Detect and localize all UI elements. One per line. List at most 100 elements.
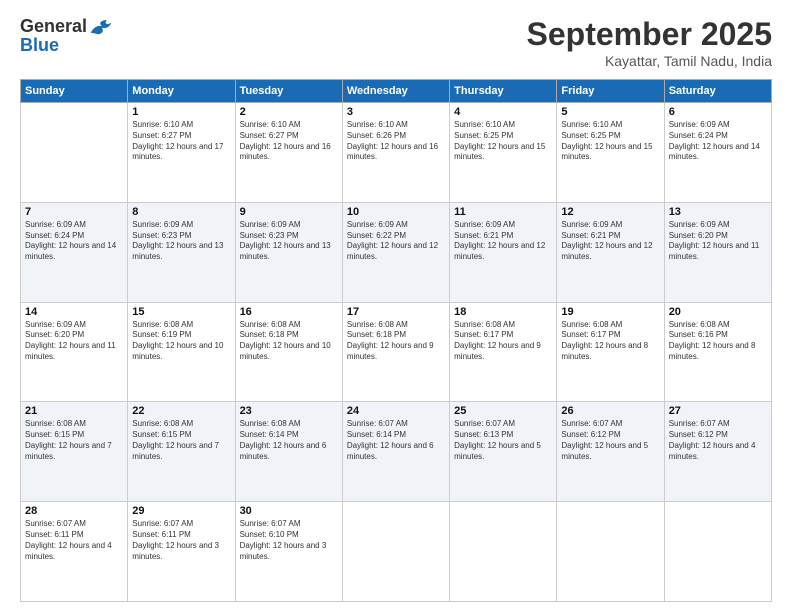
page: General Blue September 2025 Kayattar, Ta… — [0, 0, 792, 612]
table-row: 11 Sunrise: 6:09 AMSunset: 6:21 PMDayligh… — [450, 202, 557, 302]
day-number: 14 — [25, 306, 123, 318]
cell-info: Sunrise: 6:09 AMSunset: 6:20 PMDaylight:… — [669, 220, 767, 263]
col-friday: Friday — [557, 80, 664, 103]
cell-info: Sunrise: 6:07 AMSunset: 6:14 PMDaylight:… — [347, 419, 445, 462]
table-row: 2 Sunrise: 6:10 AMSunset: 6:27 PMDaylight… — [235, 103, 342, 203]
table-row: 23 Sunrise: 6:08 AMSunset: 6:14 PMDayligh… — [235, 402, 342, 502]
cell-info: Sunrise: 6:07 AMSunset: 6:10 PMDaylight:… — [240, 519, 338, 562]
table-row: 5 Sunrise: 6:10 AMSunset: 6:25 PMDaylight… — [557, 103, 664, 203]
cell-info: Sunrise: 6:08 AMSunset: 6:15 PMDaylight:… — [25, 419, 123, 462]
title-block: September 2025 Kayattar, Tamil Nadu, Ind… — [527, 16, 772, 69]
table-row: 27 Sunrise: 6:07 AMSunset: 6:12 PMDayligh… — [664, 402, 771, 502]
table-row: 6Sunrise: 6:09 AMSunset: 6:24 PMDaylight… — [664, 103, 771, 203]
table-row: 30Sunrise: 6:07 AMSunset: 6:10 PMDayligh… — [235, 502, 342, 602]
header: General Blue September 2025 Kayattar, Ta… — [20, 16, 772, 69]
cell-info: Sunrise: 6:09 AMSunset: 6:24 PMDaylight:… — [25, 220, 123, 263]
month-title: September 2025 — [527, 16, 772, 53]
location-subtitle: Kayattar, Tamil Nadu, India — [527, 53, 772, 69]
day-number: 28 — [25, 505, 123, 517]
table-row: 22 Sunrise: 6:08 AMSunset: 6:15 PMDayligh… — [128, 402, 235, 502]
logo-general-text: General — [20, 16, 87, 37]
table-row: 19 Sunrise: 6:08 AMSunset: 6:17 PMDayligh… — [557, 302, 664, 402]
cell-info: Sunrise: 6:08 AMSunset: 6:18 PMDaylight:… — [347, 320, 445, 363]
calendar-week-row: 28 Sunrise: 6:07 AMSunset: 6:11 PMDayligh… — [21, 502, 772, 602]
cell-info: Sunrise: 6:08 AMSunset: 6:14 PMDaylight:… — [240, 419, 338, 462]
day-number: 21 — [25, 405, 123, 417]
day-number: 19 — [561, 306, 659, 318]
cell-info: Sunrise: 6:09 AMSunset: 6:21 PMDaylight:… — [454, 220, 552, 263]
table-row: 28 Sunrise: 6:07 AMSunset: 6:11 PMDayligh… — [21, 502, 128, 602]
calendar-table: Sunday Monday Tuesday Wednesday Thursday… — [20, 79, 772, 602]
col-saturday: Saturday — [664, 80, 771, 103]
cell-info: Sunrise: 6:07 AMSunset: 6:11 PMDaylight:… — [132, 519, 230, 562]
table-row: 14 Sunrise: 6:09 AMSunset: 6:20 PMDayligh… — [21, 302, 128, 402]
cell-info: Sunrise: 6:09 AMSunset: 6:23 PMDaylight:… — [132, 220, 230, 263]
table-row: 9Sunrise: 6:09 AMSunset: 6:23 PMDaylight… — [235, 202, 342, 302]
logo-bird-icon — [89, 17, 113, 37]
table-row: 21 Sunrise: 6:08 AMSunset: 6:15 PMDayligh… — [21, 402, 128, 502]
table-row: 17Sunrise: 6:08 AMSunset: 6:18 PMDayligh… — [342, 302, 449, 402]
col-thursday: Thursday — [450, 80, 557, 103]
calendar-week-row: 21 Sunrise: 6:08 AMSunset: 6:15 PMDayligh… — [21, 402, 772, 502]
day-number: 27 — [669, 405, 767, 417]
cell-info: Sunrise: 6:08 AMSunset: 6:18 PMDaylight:… — [240, 320, 338, 363]
day-number: 11 — [454, 206, 552, 218]
calendar-header-row: Sunday Monday Tuesday Wednesday Thursday… — [21, 80, 772, 103]
col-wednesday: Wednesday — [342, 80, 449, 103]
table-row: 1 Sunrise: 6:10 AMSunset: 6:27 PMDaylight… — [128, 103, 235, 203]
table-row — [342, 502, 449, 602]
table-row — [664, 502, 771, 602]
table-row: 15Sunrise: 6:08 AMSunset: 6:19 PMDayligh… — [128, 302, 235, 402]
col-tuesday: Tuesday — [235, 80, 342, 103]
table-row: 25Sunrise: 6:07 AMSunset: 6:13 PMDayligh… — [450, 402, 557, 502]
day-number: 9 — [240, 206, 338, 218]
cell-info: Sunrise: 6:10 AMSunset: 6:26 PMDaylight:… — [347, 120, 445, 163]
day-number: 7 — [25, 206, 123, 218]
col-sunday: Sunday — [21, 80, 128, 103]
cell-info: Sunrise: 6:07 AMSunset: 6:12 PMDaylight:… — [669, 419, 767, 462]
day-number: 10 — [347, 206, 445, 218]
table-row: 18 Sunrise: 6:08 AMSunset: 6:17 PMDayligh… — [450, 302, 557, 402]
cell-info: Sunrise: 6:10 AMSunset: 6:25 PMDaylight:… — [454, 120, 552, 163]
col-monday: Monday — [128, 80, 235, 103]
logo-blue-text: Blue — [20, 35, 59, 56]
day-number: 2 — [240, 106, 338, 118]
table-row: 4Sunrise: 6:10 AMSunset: 6:25 PMDaylight… — [450, 103, 557, 203]
table-row: 7 Sunrise: 6:09 AMSunset: 6:24 PMDaylight… — [21, 202, 128, 302]
table-row: 12Sunrise: 6:09 AMSunset: 6:21 PMDayligh… — [557, 202, 664, 302]
table-row: 13 Sunrise: 6:09 AMSunset: 6:20 PMDayligh… — [664, 202, 771, 302]
calendar-week-row: 7 Sunrise: 6:09 AMSunset: 6:24 PMDaylight… — [21, 202, 772, 302]
day-number: 22 — [132, 405, 230, 417]
cell-info: Sunrise: 6:07 AMSunset: 6:11 PMDaylight:… — [25, 519, 123, 562]
table-row: 20Sunrise: 6:08 AMSunset: 6:16 PMDayligh… — [664, 302, 771, 402]
day-number: 5 — [561, 106, 659, 118]
table-row: 10 Sunrise: 6:09 AMSunset: 6:22 PMDayligh… — [342, 202, 449, 302]
cell-info: Sunrise: 6:10 AMSunset: 6:27 PMDaylight:… — [240, 120, 338, 163]
day-number: 18 — [454, 306, 552, 318]
day-number: 15 — [132, 306, 230, 318]
table-row — [21, 103, 128, 203]
cell-info: Sunrise: 6:08 AMSunset: 6:17 PMDaylight:… — [561, 320, 659, 363]
day-number: 24 — [347, 405, 445, 417]
cell-info: Sunrise: 6:09 AMSunset: 6:20 PMDaylight:… — [25, 320, 123, 363]
cell-info: Sunrise: 6:10 AMSunset: 6:27 PMDaylight:… — [132, 120, 230, 163]
cell-info: Sunrise: 6:08 AMSunset: 6:17 PMDaylight:… — [454, 320, 552, 363]
day-number: 3 — [347, 106, 445, 118]
day-number: 1 — [132, 106, 230, 118]
table-row: 16 Sunrise: 6:08 AMSunset: 6:18 PMDayligh… — [235, 302, 342, 402]
table-row: 3 Sunrise: 6:10 AMSunset: 6:26 PMDaylight… — [342, 103, 449, 203]
day-number: 23 — [240, 405, 338, 417]
cell-info: Sunrise: 6:09 AMSunset: 6:22 PMDaylight:… — [347, 220, 445, 263]
day-number: 26 — [561, 405, 659, 417]
day-number: 13 — [669, 206, 767, 218]
table-row: 29 Sunrise: 6:07 AMSunset: 6:11 PMDayligh… — [128, 502, 235, 602]
day-number: 29 — [132, 505, 230, 517]
cell-info: Sunrise: 6:10 AMSunset: 6:25 PMDaylight:… — [561, 120, 659, 163]
table-row: 26 Sunrise: 6:07 AMSunset: 6:12 PMDayligh… — [557, 402, 664, 502]
cell-info: Sunrise: 6:07 AMSunset: 6:12 PMDaylight:… — [561, 419, 659, 462]
cell-info: Sunrise: 6:08 AMSunset: 6:15 PMDaylight:… — [132, 419, 230, 462]
cell-info: Sunrise: 6:07 AMSunset: 6:13 PMDaylight:… — [454, 419, 552, 462]
day-number: 20 — [669, 306, 767, 318]
day-number: 6 — [669, 106, 767, 118]
day-number: 16 — [240, 306, 338, 318]
